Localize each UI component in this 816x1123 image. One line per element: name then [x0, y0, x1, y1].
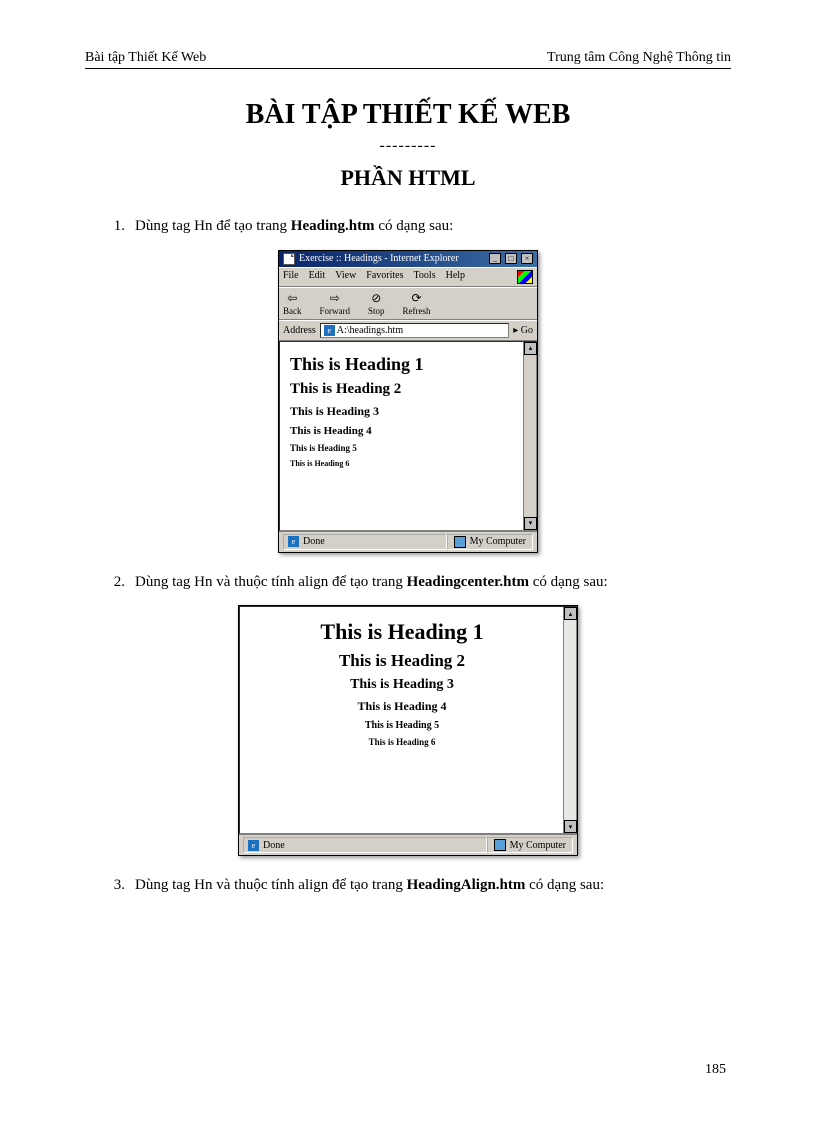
stop-icon: ⊘	[368, 291, 385, 306]
toolbar: ⇦Back ⇨Forward ⊘Stop ⟳Refresh	[279, 287, 537, 320]
scroll-down-icon[interactable]: ▾	[564, 820, 577, 833]
content-area: This is Heading 1 This is Heading 2 This…	[239, 606, 577, 834]
close-button[interactable]: ×	[521, 253, 533, 264]
item-number: 2.	[85, 571, 135, 594]
statusbar: e Done My Computer	[279, 531, 537, 552]
heading-1: This is Heading 1	[290, 354, 514, 375]
stop-button[interactable]: ⊘Stop	[368, 291, 385, 316]
heading-4: This is Heading 4	[290, 425, 514, 437]
go-button[interactable]: ▸ Go	[513, 325, 533, 336]
ie-window-1: Exercise :: Headings - Internet Explorer…	[278, 250, 538, 553]
maximize-button[interactable]: □	[505, 253, 517, 264]
list-item: 1. Dùng tag Hn để tạo trang Heading.htm …	[85, 215, 731, 238]
scroll-up-icon[interactable]: ▴	[564, 607, 577, 620]
computer-icon	[454, 536, 466, 548]
ie-icon: e	[324, 325, 335, 336]
statusbar: e Done My Computer	[239, 834, 577, 855]
scroll-down-icon[interactable]: ▾	[524, 517, 537, 530]
scrollbar[interactable]: ▴ ▾	[523, 342, 536, 530]
heading-3: This is Heading 3	[290, 404, 514, 419]
list-item: 2. Dùng tag Hn và thuộc tính align để tạ…	[85, 571, 731, 594]
address-label: Address	[283, 325, 316, 336]
ie-icon: e	[288, 536, 299, 547]
status-done: Done	[263, 840, 285, 851]
heading-1: This is Heading 1	[250, 619, 554, 645]
menu-edit[interactable]: Edit	[309, 270, 326, 284]
refresh-button[interactable]: ⟳Refresh	[403, 291, 431, 316]
item-text: Dùng tag Hn để tạo trang Heading.htm có …	[135, 215, 731, 238]
heading-3: This is Heading 3	[250, 677, 554, 693]
ie-window-2: This is Heading 1 This is Heading 2 This…	[238, 605, 578, 856]
item-number: 3.	[85, 874, 135, 897]
heading-6: This is Heading 6	[290, 459, 514, 468]
heading-6: This is Heading 6	[250, 737, 554, 747]
window-title: Exercise :: Headings - Internet Explorer	[299, 253, 485, 264]
menu-help[interactable]: Help	[446, 270, 465, 284]
item-text: Dùng tag Hn và thuộc tính align để tạo t…	[135, 874, 731, 897]
page-icon	[283, 253, 295, 265]
menubar: File Edit View Favorites Tools Help	[279, 267, 537, 287]
status-done: Done	[303, 536, 325, 547]
menu-tools[interactable]: Tools	[414, 270, 436, 284]
content-area: This is Heading 1 This is Heading 2 This…	[279, 341, 537, 531]
heading-2: This is Heading 2	[290, 381, 514, 398]
forward-button[interactable]: ⇨Forward	[320, 291, 351, 316]
forward-icon: ⇨	[320, 291, 351, 306]
scroll-up-icon[interactable]: ▴	[524, 342, 537, 355]
heading-4: This is Heading 4	[250, 699, 554, 714]
minimize-button[interactable]: _	[489, 253, 501, 264]
page-number: 185	[705, 1062, 726, 1078]
refresh-icon: ⟳	[403, 291, 431, 306]
subtitle: PHẦN HTML	[85, 165, 731, 191]
menu-view[interactable]: View	[335, 270, 356, 284]
heading-5: This is Heading 5	[250, 720, 554, 731]
header-left: Bài tập Thiết Kế Web	[85, 50, 206, 66]
list-item: 3. Dùng tag Hn và thuộc tính align để tạ…	[85, 874, 731, 897]
address-input[interactable]: e A:\headings.htm	[320, 323, 509, 338]
menu-favorites[interactable]: Favorites	[366, 270, 403, 284]
status-zone: My Computer	[470, 536, 526, 547]
titlebar: Exercise :: Headings - Internet Explorer…	[279, 251, 537, 267]
status-zone: My Computer	[510, 840, 566, 851]
address-bar: Address e A:\headings.htm ▸ Go	[279, 320, 537, 341]
back-button[interactable]: ⇦Back	[283, 291, 302, 316]
scrollbar[interactable]: ▴ ▾	[563, 607, 576, 833]
item-text: Dùng tag Hn và thuộc tính align để tạo t…	[135, 571, 731, 594]
computer-icon	[494, 839, 506, 851]
header-right: Trung tâm Công Nghệ Thông tin	[547, 50, 731, 66]
item-number: 1.	[85, 215, 135, 238]
title-divider: ---------	[85, 137, 731, 155]
windows-icon	[517, 270, 533, 284]
ie-icon: e	[248, 840, 259, 851]
menu-file[interactable]: File	[283, 270, 299, 284]
heading-5: This is Heading 5	[290, 443, 514, 453]
main-title: BÀI TẬP THIẾT KẾ WEB	[85, 99, 731, 131]
back-icon: ⇦	[283, 291, 302, 306]
heading-2: This is Heading 2	[250, 651, 554, 671]
